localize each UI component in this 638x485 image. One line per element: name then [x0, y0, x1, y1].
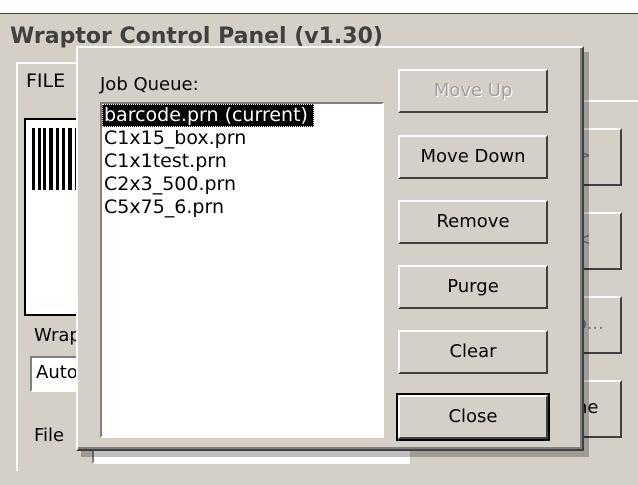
- list-item[interactable]: C1x1test.prn: [102, 150, 378, 173]
- job-queue-dialog: Job Queue: barcode.prn (current) C1x15_b…: [76, 46, 584, 451]
- list-item[interactable]: C1x15_box.prn: [102, 127, 378, 150]
- wrap-label: Wrap: [34, 325, 81, 346]
- file-label: File: [34, 425, 65, 446]
- list-item[interactable]: C5x75_6.prn: [102, 196, 378, 219]
- list-item[interactable]: barcode.prn (current): [102, 104, 314, 127]
- remove-button[interactable]: Remove: [398, 200, 548, 244]
- list-item[interactable]: C2x3_500.prn: [102, 173, 378, 196]
- job-queue-label: Job Queue:: [100, 74, 199, 95]
- close-button[interactable]: Close: [396, 393, 550, 441]
- move-up-button[interactable]: Move Up: [398, 69, 548, 113]
- clear-button[interactable]: Clear: [398, 330, 548, 374]
- purge-button[interactable]: Purge: [398, 265, 548, 309]
- job-queue-list[interactable]: barcode.prn (current) C1x15_box.prn C1x1…: [100, 102, 384, 438]
- move-down-button[interactable]: Move Down: [398, 135, 548, 179]
